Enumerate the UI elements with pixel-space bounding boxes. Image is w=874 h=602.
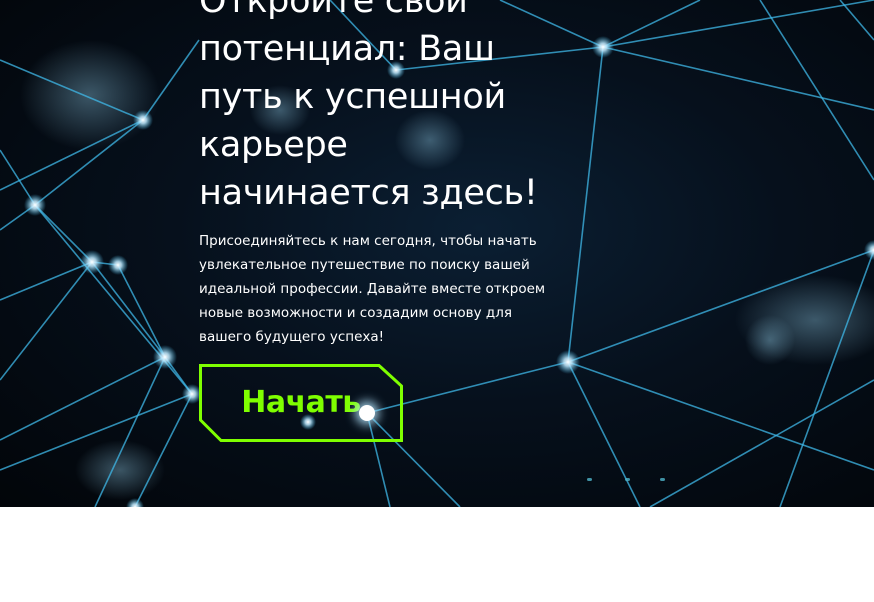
start-button-label: Начать xyxy=(241,385,361,420)
slider-dot[interactable] xyxy=(625,478,630,481)
slider-dot[interactable] xyxy=(660,478,665,481)
slider-indicators xyxy=(585,478,675,484)
network-node-glow xyxy=(359,405,375,421)
page-content-below xyxy=(0,507,874,602)
hero-description: Присоединяйтесь к нам сегодня, чтобы нач… xyxy=(199,233,546,345)
slider-dot[interactable] xyxy=(587,478,592,481)
hero-section: Откройте свой потенциал: Ваш путь к успе… xyxy=(0,0,874,507)
start-button[interactable]: Начать xyxy=(199,364,403,442)
hero-headline: Откройте свой потенциал: Ваш путь к успе… xyxy=(199,0,538,213)
